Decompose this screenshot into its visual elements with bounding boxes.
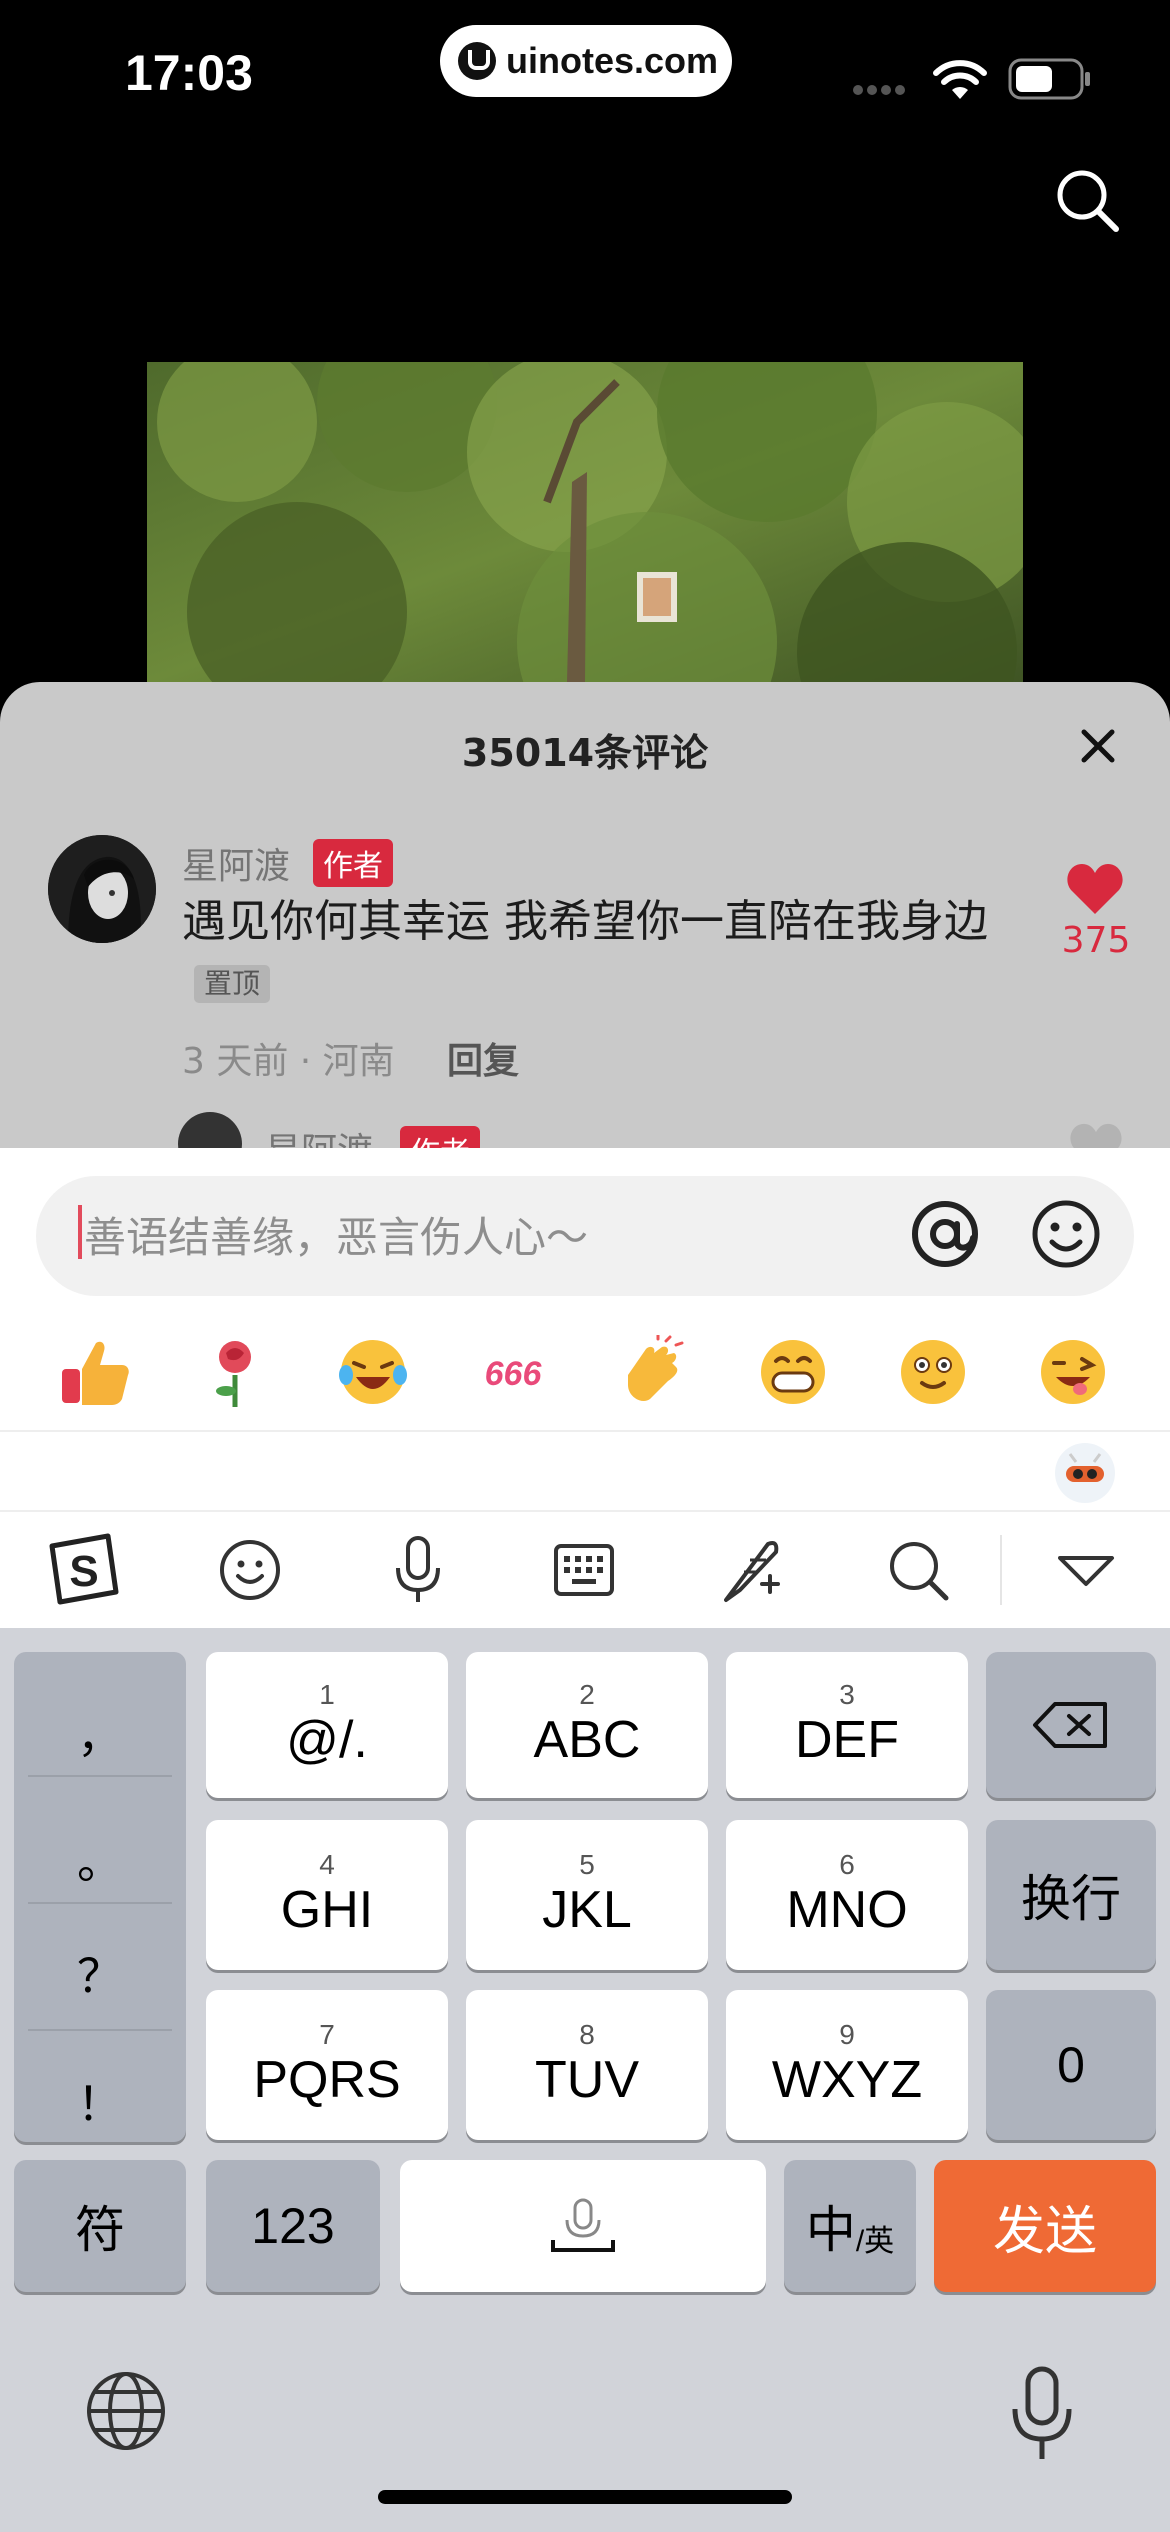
- key-letters: TUV: [535, 2051, 639, 2109]
- send-button[interactable]: 发送: [934, 2160, 1156, 2292]
- key-letters: @/.: [286, 1711, 368, 1769]
- heart-icon[interactable]: [1065, 862, 1125, 916]
- newline-key[interactable]: 换行: [986, 1820, 1156, 1970]
- sogou-logo-icon[interactable]: S: [44, 1530, 124, 1610]
- svg-text:S: S: [69, 1547, 98, 1596]
- toolbar-separator: [1000, 1535, 1002, 1605]
- key-letters: JKL: [542, 1881, 632, 1939]
- reply-avatar[interactable]: [178, 1112, 242, 1152]
- search-icon[interactable]: [1052, 165, 1122, 235]
- clapping-icon[interactable]: [616, 1335, 690, 1409]
- globe-icon[interactable]: [85, 2370, 167, 2452]
- comment-count-title: 35014条评论: [461, 731, 709, 775]
- key-number: 4: [319, 1849, 335, 1880]
- cellular-signal-icon: [853, 85, 905, 95]
- reply-button[interactable]: 回复: [447, 1032, 519, 1084]
- emoji-icon[interactable]: [1030, 1198, 1102, 1270]
- key-6[interactable]: 6 MNO: [726, 1820, 968, 1970]
- uinotes-logo-icon: [458, 42, 496, 80]
- punct-key-question[interactable]: ？: [14, 1940, 186, 2006]
- key-number: 8: [579, 2019, 595, 2050]
- avatar[interactable]: [48, 835, 156, 943]
- key-8[interactable]: 8 TUV: [466, 1990, 708, 2140]
- clock: 17:03: [125, 45, 253, 101]
- lang-sub-label: /英: [855, 2225, 895, 2258]
- comment-body: 遇见你何其幸运 我希望你一直陪在我身边: [182, 896, 988, 947]
- pinned-badge: 置顶: [194, 965, 271, 1003]
- laughing-crying-icon[interactable]: [336, 1335, 410, 1409]
- key-7[interactable]: 7 PQRS: [206, 1990, 448, 2140]
- divider: [0, 1430, 1170, 1432]
- key-3[interactable]: 3 DEF: [726, 1652, 968, 1798]
- key-letters: ABC: [533, 1711, 641, 1769]
- key-number: 7: [319, 2019, 335, 2050]
- key-letters: GHI: [280, 1881, 374, 1939]
- key-letters: PQRS: [253, 2051, 401, 2109]
- comment-meta: 3 天前 · 河南: [182, 1041, 395, 1082]
- comment-input-placeholder[interactable]: 善语结善缘，恶言伤人心～: [84, 1204, 588, 1265]
- key-number: 3: [839, 1679, 855, 1710]
- author-name[interactable]: 星阿渡: [182, 837, 290, 889]
- voice-icon[interactable]: [378, 1530, 458, 1610]
- key-letters: DEF: [795, 1711, 899, 1769]
- backspace-key[interactable]: [986, 1652, 1156, 1798]
- key-9[interactable]: 9 WXYZ: [726, 1990, 968, 2140]
- symbol-key[interactable]: 符: [14, 2160, 186, 2292]
- svg-text:666: 666: [485, 1355, 543, 1393]
- key-0[interactable]: 0: [986, 1990, 1156, 2140]
- home-indicator[interactable]: [378, 2490, 792, 2504]
- divider: [28, 2029, 172, 2031]
- space-key[interactable]: [400, 2160, 766, 2292]
- search-icon[interactable]: [878, 1530, 958, 1610]
- text-caret: [78, 1205, 82, 1259]
- like-count: 375: [1061, 920, 1131, 961]
- dictation-mic-icon[interactable]: [1005, 2365, 1079, 2465]
- video-player[interactable]: [147, 362, 1023, 682]
- url-text: uinotes.com: [506, 40, 719, 81]
- 666-icon[interactable]: 666: [476, 1335, 550, 1409]
- key-1[interactable]: 1 @/.: [206, 1652, 448, 1798]
- url-pill: uinotes.com: [440, 25, 732, 97]
- divider: [28, 1902, 172, 1904]
- comment-sheet: 35014条评论 星阿渡 作者 遇见你何其幸运 我希望你一直陪在我身边置顶 3 …: [0, 682, 1170, 1152]
- handwriting-icon[interactable]: [712, 1530, 792, 1610]
- thumbs-up-icon[interactable]: [58, 1335, 132, 1409]
- punct-key-comma[interactable]: ，: [14, 1700, 186, 1766]
- backspace-icon: [1033, 1702, 1107, 1748]
- grin-icon[interactable]: [756, 1335, 830, 1409]
- comment-input-panel: [0, 1148, 1170, 1510]
- author-badge: 作者: [313, 839, 393, 887]
- key-number: 9: [839, 2019, 855, 2050]
- number-switch-key[interactable]: 123: [206, 2160, 380, 2292]
- key-number: 1: [319, 1679, 335, 1710]
- close-icon[interactable]: [1078, 726, 1118, 766]
- key-4[interactable]: 4 GHI: [206, 1820, 448, 1970]
- wink-tongue-icon[interactable]: [1036, 1335, 1110, 1409]
- emoji-icon[interactable]: [210, 1530, 290, 1610]
- punct-key-period[interactable]: 。: [14, 1826, 186, 1892]
- rose-icon[interactable]: [198, 1335, 272, 1409]
- comment-text: 遇见你何其幸运 我希望你一直陪在我身边置顶: [182, 892, 1022, 1012]
- collapse-keyboard-icon[interactable]: [1046, 1530, 1126, 1610]
- key-number: 5: [579, 1849, 595, 1880]
- punct-key-exclaim[interactable]: ！: [14, 2068, 186, 2134]
- mascot-icon[interactable]: [1052, 1440, 1118, 1506]
- battery-icon: [1008, 58, 1090, 100]
- lang-main-label: 中: [805, 2202, 856, 2258]
- key-number: 6: [839, 1849, 855, 1880]
- wifi-icon: [933, 60, 987, 99]
- key-5[interactable]: 5 JKL: [466, 1820, 708, 1970]
- at-mention-icon[interactable]: [905, 1198, 985, 1270]
- shy-smile-icon[interactable]: [896, 1335, 970, 1409]
- key-2[interactable]: 2 ABC: [466, 1652, 708, 1798]
- keyboard-icon[interactable]: [544, 1530, 624, 1610]
- language-switch-key[interactable]: 中/英: [784, 2160, 916, 2292]
- key-letters: MNO: [786, 1881, 908, 1939]
- key-number: 2: [579, 1679, 595, 1710]
- divider: [28, 1775, 172, 1777]
- key-letters: WXYZ: [771, 2051, 923, 2109]
- status-bar: 17:03 uinotes.com: [0, 0, 1170, 140]
- microphone-space-icon: [551, 2198, 615, 2252]
